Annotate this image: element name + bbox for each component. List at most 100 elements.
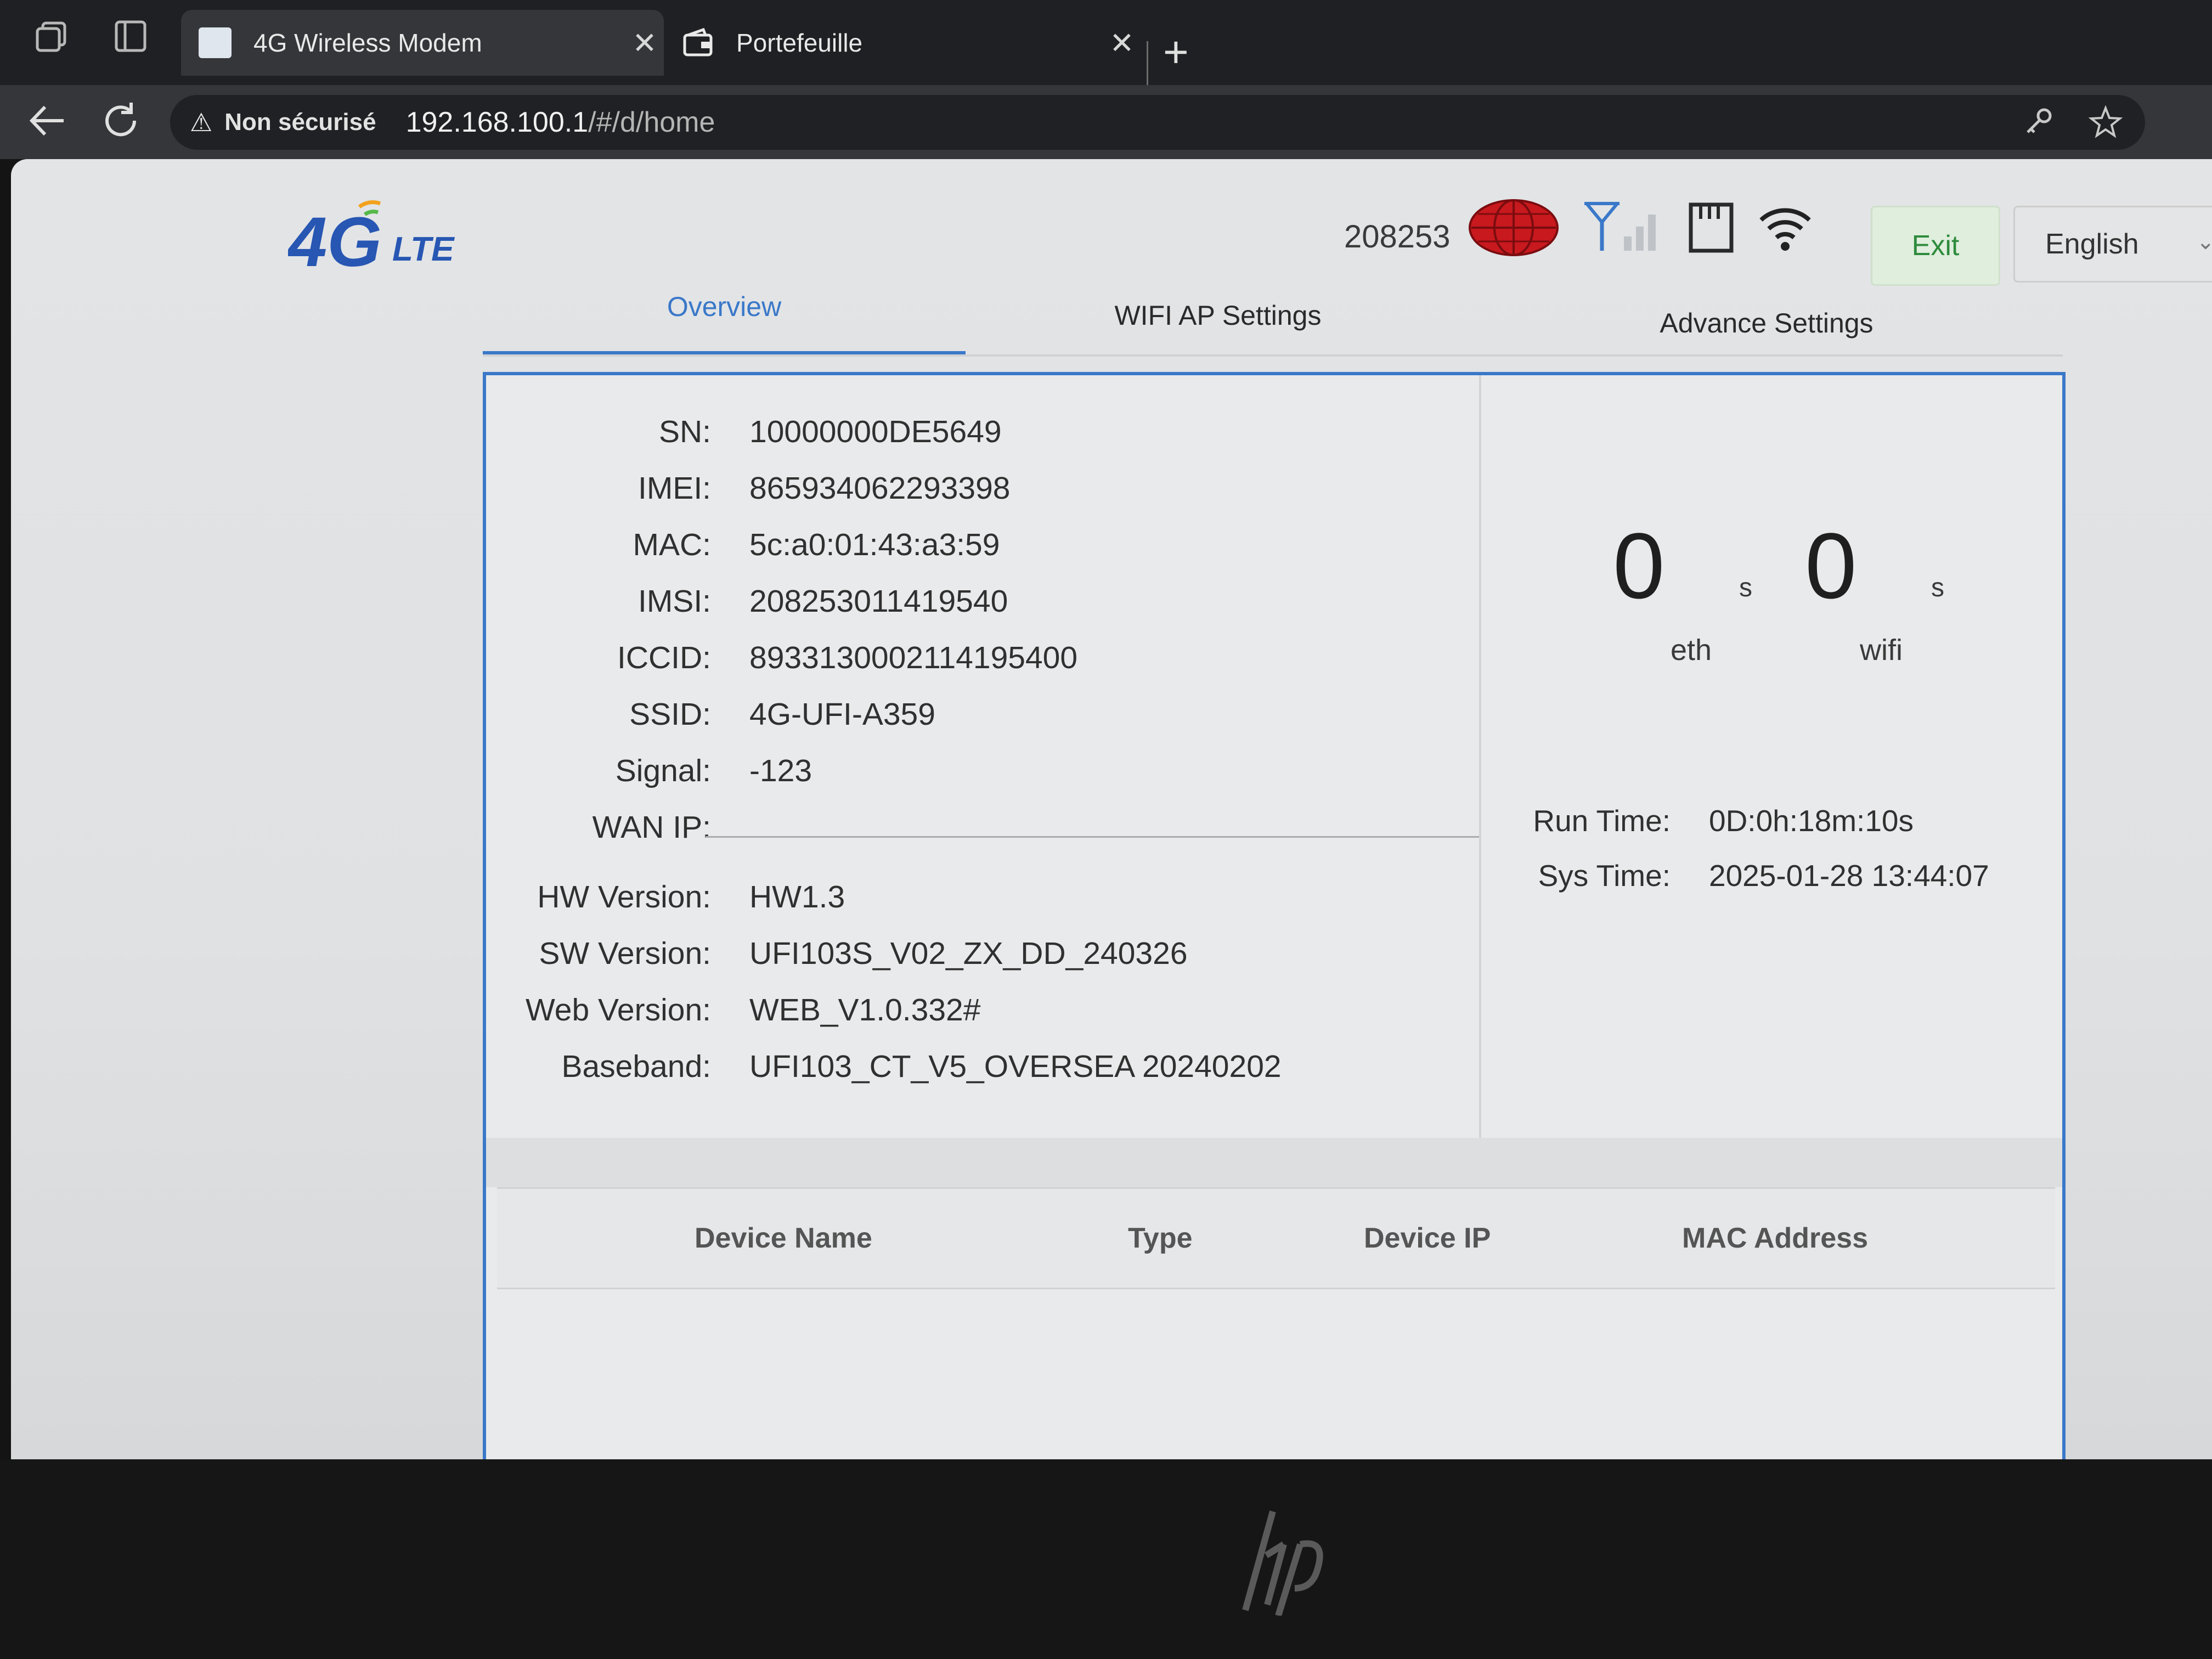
tab-title: Portefeuille <box>736 29 863 57</box>
tab-advance-label: Advance Settings <box>1660 308 1874 338</box>
key-icon[interactable] <box>2022 105 2055 143</box>
url-host: 192.168.100.1 <box>405 106 589 138</box>
sys-time-label: Sys Time: <box>1538 859 1671 893</box>
info-label: WAN IP: <box>592 810 711 845</box>
modem-favicon <box>199 27 232 58</box>
tab-overview-label: Overview <box>667 291 782 322</box>
info-label: MAC: <box>633 527 712 562</box>
client-stats: 0 s 0 s eth wifi Run Time: 0D:0h:18m:10s… <box>1481 375 2063 1138</box>
exit-button[interactable]: Exit <box>1871 206 2000 286</box>
wifi-label: wifi <box>1860 634 1903 667</box>
info-row-imsi: IMSI: 208253011419540 <box>486 583 1008 619</box>
info-value: 5c:a0:01:43:a3:59 <box>749 527 1000 562</box>
warning-icon: ⚠ <box>190 108 213 137</box>
wallet-icon <box>681 27 714 58</box>
close-tab-icon[interactable]: ✕ <box>1103 26 1141 60</box>
info-label: Baseband: <box>561 1049 711 1084</box>
info-row-ssid: SSID: 4G-UFI-A359 <box>486 696 935 732</box>
column-header-device-name[interactable]: Device Name <box>695 1222 872 1255</box>
laptop-bezel <box>0 1459 2212 1659</box>
info-value: 8933130002114195400 <box>749 640 1078 675</box>
browser-chrome: 4G Wireless Modem ✕ Portefeuille ✕ + ⚠ N… <box>0 0 2212 159</box>
browser-toolbar: ⚠ Non sécurisé 192.168.100.1/#/d/home <box>0 85 2212 159</box>
globe-icon <box>1467 198 1560 261</box>
connected-devices-table: Device Name Type Device IP MAC Address <box>497 1187 2055 1289</box>
address-bar[interactable]: ⚠ Non sécurisé 192.168.100.1/#/d/home <box>170 95 2145 150</box>
tab-actions-icon[interactable] <box>110 15 151 57</box>
column-header-mac-address[interactable]: MAC Address <box>1682 1222 1868 1255</box>
info-label: Signal: <box>615 753 711 788</box>
4g-lte-logo: 4G LTE <box>286 184 475 281</box>
info-value: UFI103S_V02_ZX_DD_240326 <box>749 936 1188 971</box>
signal-icon <box>1582 200 1664 258</box>
tab-4g-wireless-modem[interactable]: 4G Wireless Modem ✕ <box>181 10 664 76</box>
info-row-hw-version: HW Version: HW1.3 <box>486 879 845 915</box>
url-path: /#/d/home <box>588 106 715 138</box>
info-value: 208253011419540 <box>749 584 1008 619</box>
tab-portefeuille[interactable]: Portefeuille ✕ <box>664 10 1141 76</box>
hp-logo-icon <box>1240 1506 1339 1618</box>
tab-strip: 4G Wireless Modem ✕ Portefeuille ✕ + <box>0 0 2212 85</box>
tab-overview[interactable]: Overview <box>483 291 966 356</box>
wifi-unit: s <box>1931 573 1944 602</box>
info-value: -123 <box>749 753 812 788</box>
collections-icon[interactable] <box>33 15 75 57</box>
sys-time-row: Sys Time: 2025-01-28 13:44:07 <box>1511 858 1989 893</box>
sys-time-value: 2025-01-28 13:44:07 <box>1709 859 1989 893</box>
info-label: SW Version: <box>539 936 711 971</box>
info-row-mac: MAC: 5c:a0:01:43:a3:59 <box>486 527 1000 563</box>
info-label: SN: <box>658 414 711 449</box>
column-header-type[interactable]: Type <box>1128 1222 1193 1255</box>
overview-panel: SN: 10000000DE5649 IMEI: 865934062293398… <box>483 372 2066 1459</box>
run-time-row: Run Time: 0D:0h:18m:10s <box>1511 803 1914 838</box>
info-row-web-version: Web Version: WEB_V1.0.332# <box>486 992 980 1028</box>
info-row-iccid: ICCID: 8933130002114195400 <box>486 640 1077 676</box>
operator-code: 208253 <box>1344 219 1451 255</box>
tab-wifi-label: WIFI AP Settings <box>1114 300 1322 331</box>
security-status: Non sécurisé <box>224 109 376 136</box>
info-row-baseband: Baseband: UFI103_CT_V5_OVERSEA 20240202 <box>486 1048 1281 1085</box>
status-bar: 208253 <box>1344 198 1835 261</box>
close-tab-icon[interactable]: ✕ <box>625 26 664 60</box>
sim-card-icon <box>1686 200 1736 258</box>
info-label: SSID: <box>629 697 711 732</box>
url-text: 192.168.100.1/#/d/home <box>406 106 715 139</box>
wifi-icon <box>1758 200 1813 258</box>
info-label: ICCID: <box>617 640 711 675</box>
info-label: Web Version: <box>526 992 711 1028</box>
chevron-down-icon: ⌄ <box>2196 230 2212 254</box>
info-value: WEB_V1.0.332# <box>749 992 981 1028</box>
info-value: 865934062293398 <box>749 471 1011 506</box>
info-label: IMSI: <box>637 584 711 619</box>
address-bar-actions <box>2022 105 2123 143</box>
main-nav: Overview WIFI AP Settings Advance Settin… <box>483 285 2063 357</box>
info-value: 10000000DE5649 <box>749 414 1002 449</box>
info-row-wan-ip: WAN IP: <box>486 809 749 845</box>
svg-text:4G: 4G <box>288 203 382 277</box>
back-arrow-icon[interactable] <box>22 96 71 145</box>
eth-label: eth <box>1671 634 1712 667</box>
info-label: IMEI: <box>637 471 711 506</box>
info-value: 4G-UFI-A359 <box>749 697 935 732</box>
language-select[interactable]: English ⌄ <box>2013 206 2212 283</box>
tab-advance-settings[interactable]: Advance Settings <box>1580 307 1953 368</box>
info-row-imei: IMEI: 865934062293398 <box>486 470 1011 506</box>
tab-rule <box>483 354 2063 357</box>
svg-text:LTE: LTE <box>392 230 455 268</box>
info-row-sw-version: SW Version: UFI103S_V02_ZX_DD_240326 <box>486 935 1188 972</box>
column-header-device-ip[interactable]: Device IP <box>1364 1222 1491 1255</box>
section-divider <box>706 836 1479 838</box>
tab-wifi-ap-settings[interactable]: WIFI AP Settings <box>1031 300 1404 360</box>
reload-icon[interactable] <box>96 96 145 145</box>
new-tab-button[interactable]: + <box>1163 30 1189 74</box>
tab-divider <box>1147 41 1148 85</box>
star-icon[interactable] <box>2088 105 2123 143</box>
run-time-label: Run Time: <box>1533 804 1671 838</box>
run-time-value: 0D:0h:18m:10s <box>1709 804 1914 838</box>
section-band <box>486 1138 2062 1187</box>
device-info: SN: 10000000DE5649 IMEI: 865934062293398… <box>486 375 1481 1138</box>
info-value: HW1.3 <box>749 879 845 915</box>
language-value: English <box>2045 228 2139 260</box>
wifi-client-count: 0 <box>1805 514 1857 618</box>
eth-unit: s <box>1739 573 1752 602</box>
